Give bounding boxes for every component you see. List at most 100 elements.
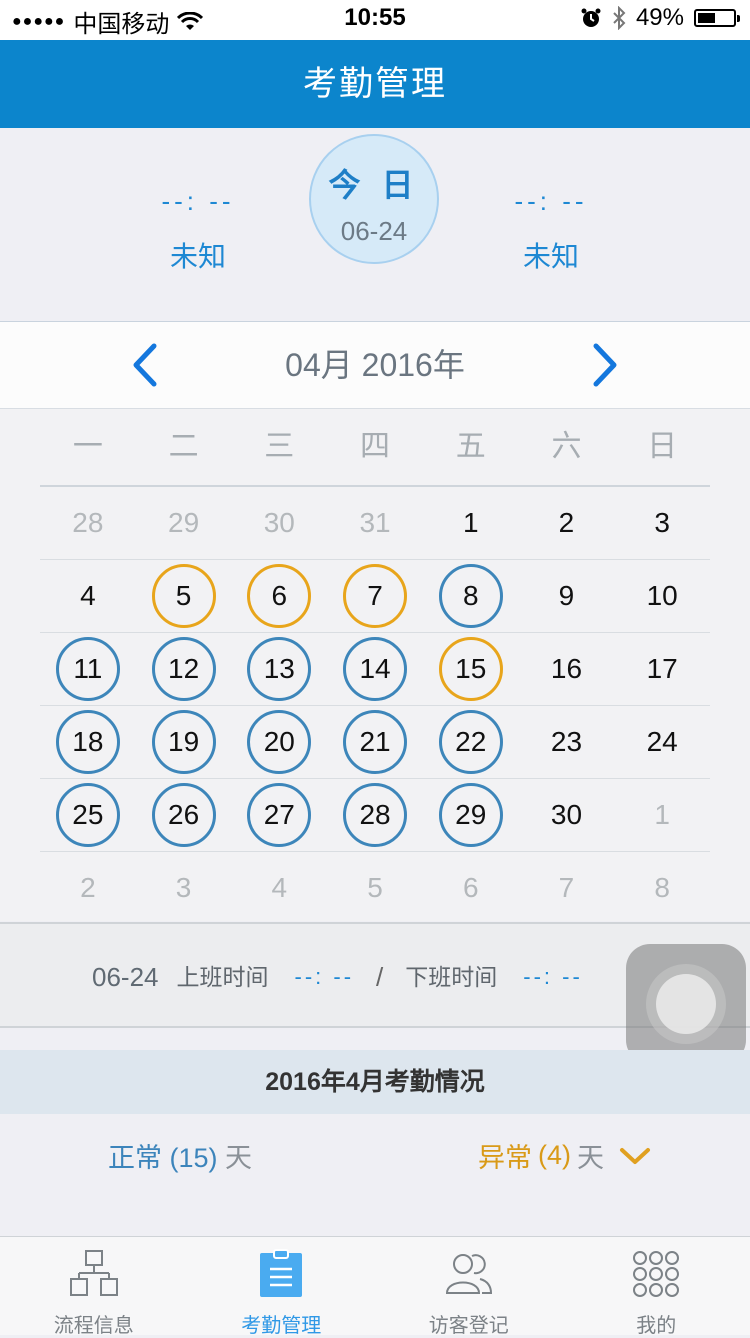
calendar-day[interactable]: 3 <box>614 487 710 559</box>
calendar-day-other-month[interactable]: 5 <box>327 852 423 924</box>
day-number: 3 <box>176 872 192 904</box>
day-number: 1 <box>463 507 479 539</box>
calendar-day[interactable]: 17 <box>614 633 710 705</box>
calendar-day-abnormal[interactable]: 6 <box>231 560 327 632</box>
status-bar: ●●●●● 中国移动 10:55 49% <box>0 0 750 40</box>
day-number: 26 <box>168 799 199 831</box>
month-header: 04月 2016年 <box>0 322 750 409</box>
day-number: 2 <box>559 507 575 539</box>
calendar-day[interactable]: 23 <box>519 706 615 778</box>
status-right: 49% <box>580 4 736 32</box>
checkout-time: --: -- <box>471 186 631 217</box>
calendar-day-normal[interactable]: 26 <box>136 779 232 851</box>
normal-summary[interactable]: 正常 (15) 天 <box>108 1136 252 1175</box>
calendar-week-row: 11 12131415 16 17 <box>40 633 710 706</box>
day-number: 28 <box>72 507 103 539</box>
calendar-day-other-month[interactable]: 4 <box>231 852 327 924</box>
normal-count: (15) <box>170 1143 218 1173</box>
day-number: 16 <box>551 653 582 685</box>
assistive-touch-dot <box>656 974 716 1034</box>
calendar-week-row: 4 5 678 9 10 <box>40 560 710 633</box>
checkin-summary: --: -- 未知 <box>118 186 278 275</box>
summary-title: 2016年4月考勤情况 <box>0 1050 750 1114</box>
calendar-day-normal[interactable]: 12 <box>136 633 232 705</box>
day-number: 10 <box>647 580 678 612</box>
calendar-day-normal[interactable]: 8 <box>423 560 519 632</box>
normal-ring: 27 <box>247 783 311 847</box>
calendar-day-normal[interactable]: 25 <box>40 779 136 851</box>
calendar-day[interactable]: 2 <box>519 487 615 559</box>
weekday-label: 一 <box>40 409 136 485</box>
calendar-day[interactable]: 9 <box>519 560 615 632</box>
calendar-day-normal[interactable]: 28 <box>327 779 423 851</box>
normal-label: 正常 <box>108 1143 162 1173</box>
day-number: 27 <box>264 799 295 831</box>
calendar-day-normal[interactable]: 27 <box>231 779 327 851</box>
calendar-day-other-month[interactable]: 3 <box>136 852 232 924</box>
calendar-day-other-month[interactable]: 31 <box>327 487 423 559</box>
calendar-week-row: 18 19 20 2122 23 24 <box>40 706 710 779</box>
normal-ring: 21 <box>343 710 407 774</box>
calendar-day-normal[interactable]: 29 <box>423 779 519 851</box>
calendar-day-normal[interactable]: 14 <box>327 633 423 705</box>
calendar-day[interactable]: 1 <box>423 487 519 559</box>
normal-ring: 19 <box>152 710 216 774</box>
calendar-day-other-month[interactable]: 28 <box>40 487 136 559</box>
calendar-day[interactable]: 30 <box>519 779 615 851</box>
checkout-value: --: -- <box>523 924 583 1030</box>
weekday-label: 四 <box>327 409 423 485</box>
calendar-day-abnormal[interactable]: 15 <box>423 633 519 705</box>
day-number: 5 <box>176 580 192 612</box>
calendar-day-other-month[interactable]: 2 <box>40 852 136 924</box>
detail-date: 06-24 <box>92 924 159 1030</box>
assistive-touch-button[interactable] <box>626 944 746 1064</box>
checkin-label: 上班时间 <box>177 924 269 1030</box>
day-number: 11 <box>73 653 102 685</box>
day-number: 19 <box>168 726 199 758</box>
calendar-day-other-month[interactable]: 6 <box>423 852 519 924</box>
calendar-day-normal[interactable]: 21 <box>327 706 423 778</box>
checkout-summary: --: -- 未知 <box>471 186 631 275</box>
calendar-day-normal[interactable]: 19 <box>136 706 232 778</box>
next-month-button[interactable] <box>584 342 624 388</box>
calendar-day-normal[interactable]: 18 <box>40 706 136 778</box>
calendar-day-normal[interactable]: 22 <box>423 706 519 778</box>
day-number: 9 <box>559 580 575 612</box>
day-number: 1 <box>654 799 670 831</box>
calendar-day[interactable]: 24 <box>614 706 710 778</box>
weekday-label: 二 <box>136 409 232 485</box>
calendar-grid: 2829303112345678910111213141516171819202… <box>40 487 710 924</box>
calendar-day-normal[interactable]: 13 <box>231 633 327 705</box>
calendar-day-other-month[interactable]: 29 <box>136 487 232 559</box>
abnormal-summary[interactable]: 异常 (4) 天 <box>478 1136 652 1175</box>
normal-ring: 20 <box>247 710 311 774</box>
calendar-day-abnormal[interactable]: 5 <box>136 560 232 632</box>
day-number: 23 <box>551 726 582 758</box>
today-date: 06-24 <box>311 216 437 247</box>
calendar-day-abnormal[interactable]: 7 <box>327 560 423 632</box>
tab-process-info[interactable]: 流程信息 <box>0 1237 188 1335</box>
calendar-day-other-month[interactable]: 1 <box>614 779 710 851</box>
calendar-day-normal[interactable]: 20 <box>231 706 327 778</box>
page-title: 考勤管理 <box>303 65 447 103</box>
tab-visitor-registration[interactable]: 访客登记 <box>375 1237 563 1335</box>
calendar-day-other-month[interactable]: 30 <box>231 487 327 559</box>
calendar-day-other-month[interactable]: 8 <box>614 852 710 924</box>
today-button[interactable]: 今 日 06-24 <box>309 134 439 264</box>
normal-ring: 8 <box>439 564 503 628</box>
calendar-day[interactable]: 16 <box>519 633 615 705</box>
day-number: 25 <box>72 799 103 831</box>
today-label: 今 日 <box>311 160 437 206</box>
calendar-day-normal[interactable]: 11 <box>40 633 136 705</box>
calendar-day-other-month[interactable]: 7 <box>519 852 615 924</box>
tab-mine[interactable]: 我的 <box>563 1237 750 1335</box>
checkout-status: 未知 <box>471 235 631 275</box>
normal-ring: 13 <box>247 637 311 701</box>
calendar-day[interactable]: 10 <box>614 560 710 632</box>
calendar-day[interactable]: 4 <box>40 560 136 632</box>
tab-attendance[interactable]: 考勤管理 <box>188 1237 376 1335</box>
abnormal-count: (4) <box>538 1140 571 1171</box>
chevron-down-icon[interactable] <box>618 1145 652 1167</box>
weekday-header: 一 二 三 四 五 六 日 <box>40 409 710 487</box>
prev-month-button[interactable] <box>126 342 166 388</box>
